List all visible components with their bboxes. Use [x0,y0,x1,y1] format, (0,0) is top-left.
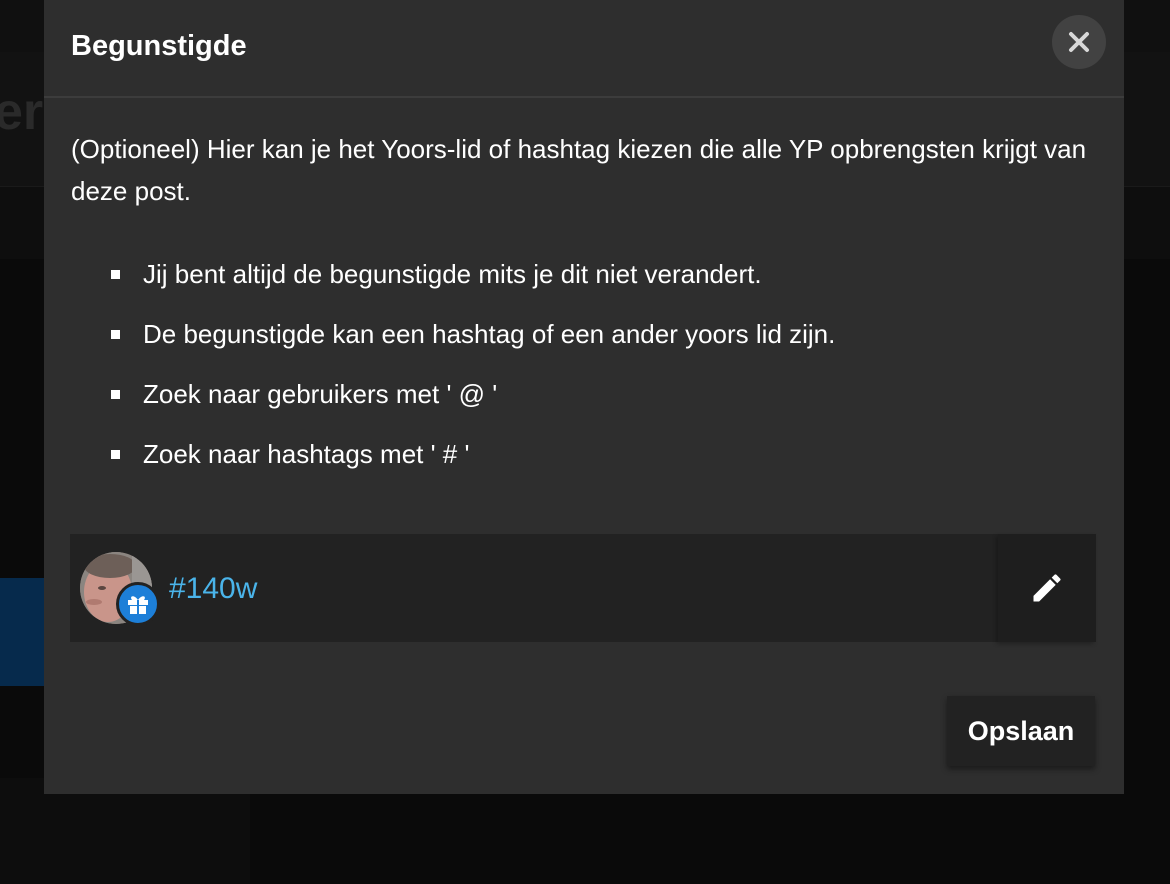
edit-beneficiary-button[interactable] [998,534,1096,642]
intro-text: (Optioneel) Hier kan je het Yoors-lid of… [71,134,1087,206]
rule-text: Zoek naar hashtags met ' # ' [143,439,470,469]
beneficiary-modal: Begunstigde (Optioneel) Hier kan je het … [44,0,1124,794]
modal-header: Begunstigde [44,0,1124,98]
gift-badge [116,582,160,626]
bullet-icon [111,330,120,339]
close-button[interactable] [1052,15,1106,69]
pencil-icon [1033,574,1061,602]
background-blue-panel [0,578,44,686]
rules-list: Jij bent altijd de begunstigde mits je d… [71,244,835,484]
bullet-icon [111,390,120,399]
beneficiary-row: #140w [70,534,1096,642]
rule-text: De begunstigde kan een hashtag of een an… [143,319,836,349]
save-button[interactable]: Opslaan [947,696,1095,766]
close-icon [1069,32,1089,52]
rule-item: De begunstigde kan een hashtag of een an… [71,304,835,364]
rule-item: Zoek naar gebruikers met ' @ ' [71,364,835,424]
modal-title: Begunstigde [71,30,247,62]
background-heading-fragment: er [0,83,44,141]
rule-text: Zoek naar gebruikers met ' @ ' [143,379,498,409]
rule-text: Jij bent altijd de begunstigde mits je d… [143,259,762,289]
rule-item: Zoek naar hashtags met ' # ' [71,424,835,484]
bullet-icon [111,270,120,279]
bullet-icon [111,450,120,459]
rule-item: Jij bent altijd de begunstigde mits je d… [71,244,835,304]
gift-icon [128,596,148,614]
beneficiary-name-link[interactable]: #140w [169,572,257,606]
